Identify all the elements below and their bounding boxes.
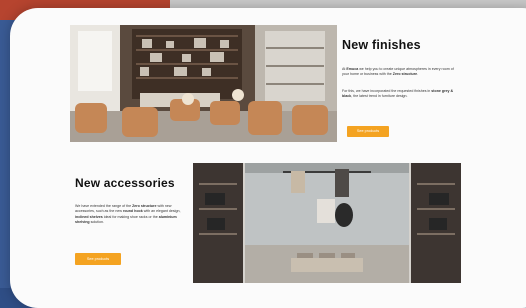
text-span: , the latest trend in furniture design. [351, 94, 408, 99]
finishes-title: New finishes [342, 38, 421, 52]
text-span: . [417, 72, 419, 77]
brand-name: Emuca [346, 67, 359, 71]
finishes-cta-button[interactable]: See products [347, 126, 389, 137]
product-name: Zero structure [392, 72, 418, 77]
text-span: ideal for making shoe racks or the [102, 214, 159, 219]
lounge-interior-image [70, 25, 337, 142]
accessory-name: round hook [122, 209, 143, 214]
accessory-name: inclined shelves [75, 214, 103, 219]
accessories-paragraph: We have extended the range of the Zero s… [75, 204, 191, 226]
clothing-store-image [193, 163, 461, 283]
text-span: with an elegant design, [142, 209, 181, 214]
text-span: For this, we have incorporated the reque… [342, 89, 432, 93]
accessories-cta-button[interactable]: See products [75, 253, 121, 265]
text-span: solution. [89, 220, 104, 225]
text-span: We have extended the range of the [75, 204, 133, 208]
accessories-title: New accessories [75, 176, 175, 190]
product-name: Zero structure [132, 204, 157, 208]
finishes-paragraph-1: At Emuca we help you to create unique at… [342, 67, 458, 78]
finishes-paragraph-2: For this, we have incorporated the reque… [342, 89, 458, 100]
